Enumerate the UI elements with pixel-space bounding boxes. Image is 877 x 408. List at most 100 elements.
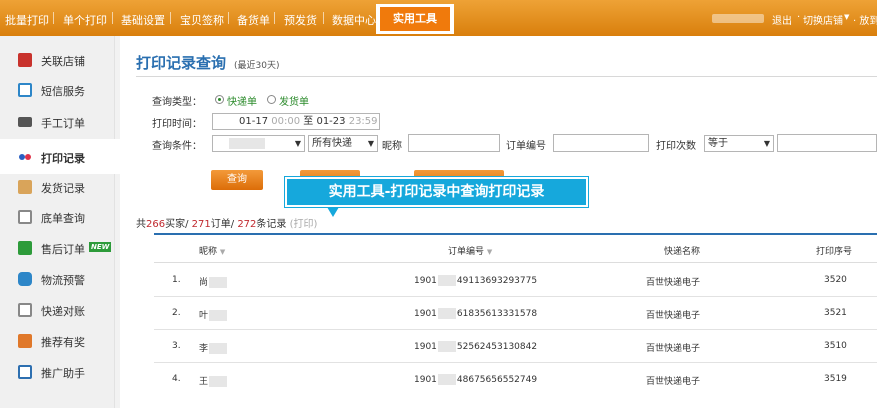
col-order-no-label: 订单编号 [448, 247, 485, 257]
printer-icon [18, 117, 32, 127]
nav-item-labels[interactable]: 宝贝签称 [180, 12, 224, 28]
row-index: 3. [172, 341, 181, 351]
summary-orders-unit: 订单/ [210, 219, 238, 230]
document-icon [18, 210, 32, 224]
table-row[interactable]: 1. 尚 1901 49113693293775 百世快递电子 3520 [154, 264, 877, 297]
order-no-label: 订单编号 [506, 141, 546, 152]
order-prefix: 1901 [414, 342, 437, 352]
switch-shop-link[interactable]: 切换店铺 [803, 12, 843, 27]
summary-records-unit: 条记录 [256, 219, 290, 230]
masked-text [209, 343, 228, 354]
sidebar-item-print-records[interactable]: 打印记录 [0, 139, 120, 174]
radio-shipping-label[interactable]: 发货单 [279, 93, 309, 108]
nav-batch-print[interactable]: 批量打印 [5, 12, 49, 28]
nav-truncated[interactable]: · 放到 [853, 12, 877, 27]
nickname-text: 叶 [199, 311, 209, 321]
order-suffix: 48675656552749 [456, 375, 538, 385]
sidebar: 关联店铺 短信服务 手工订单 打印记录 发货记录 底单查询 售后订单 NEW 物… [0, 36, 120, 408]
sidebar-item-express-reconcile[interactable]: 快递对账 [0, 296, 115, 325]
order-prefix: 1901 [414, 309, 437, 319]
after-sale-icon [18, 241, 32, 255]
dice-icon [18, 53, 32, 67]
sidebar-item-label: 推广助手 [41, 367, 85, 380]
shipment-icon [18, 180, 32, 194]
row-nickname: 王 [199, 374, 228, 387]
nav-single-print[interactable]: 单个打印 [63, 12, 107, 28]
row-print-seq: 3521 [824, 308, 847, 318]
top-nav: 批量打印 单个打印 基础设置 宝贝签称 备货单 预发货 数据中心 实用工具 退出… [0, 0, 877, 36]
record-icon [18, 150, 32, 164]
sidebar-item-promotion[interactable]: 推广助手 [0, 358, 115, 387]
nickname-input[interactable] [408, 134, 500, 152]
summary-buyers: 266 [146, 219, 166, 230]
page-title: 打印记录查询 [136, 54, 227, 72]
masked-text [209, 376, 228, 387]
radio-express-label[interactable]: 快递单 [227, 93, 257, 108]
query-button[interactable]: 查询 [211, 170, 263, 190]
row-nickname: 尚 [199, 275, 228, 288]
sidebar-item-after-sale[interactable]: 售后订单 NEW [0, 234, 115, 263]
table-row[interactable]: 4. 王 1901 48675656552749 百世快递电子 3519 [154, 363, 877, 396]
sidebar-item-label: 关联店铺 [41, 55, 85, 68]
nav-pre-ship[interactable]: 预发货 [284, 12, 317, 28]
row-express: 百世快递电子 [646, 311, 701, 321]
new-badge: NEW [89, 242, 112, 252]
row-order-no: 1901 48675656552749 [414, 374, 537, 385]
row-print-seq: 3520 [824, 275, 847, 285]
express-select[interactable]: 所有快递 ▼ [308, 135, 378, 152]
shop-masked [229, 137, 265, 149]
compare-select[interactable]: 等于 ▼ [704, 135, 774, 152]
row-index: 2. [172, 308, 181, 318]
nav-data-center[interactable]: 数据中心 [332, 12, 376, 28]
sort-icon: ▼ [486, 248, 493, 256]
sidebar-item-shipment-records[interactable]: 发货记录 [0, 173, 115, 202]
sidebar-item-label: 发货记录 [41, 182, 85, 195]
summary-prefix: 共 [136, 219, 146, 230]
warning-icon [18, 272, 32, 286]
gift-icon [18, 334, 32, 348]
sidebar-item-manual-order[interactable]: 手工订单 [0, 108, 115, 137]
shop-select[interactable]: ▼ [212, 135, 305, 152]
col-nickname[interactable]: 昵称 ▼ [199, 244, 225, 257]
table-row[interactable]: 3. 李 1901 52562453130842 百世快递电子 3510 [154, 330, 877, 363]
nickname-text: 李 [199, 344, 209, 354]
sidebar-item-label: 物流预警 [41, 274, 85, 287]
title-divider [136, 76, 877, 77]
summary-buyers-unit: 买家/ [165, 219, 192, 230]
sidebar-item-linked-shops[interactable]: 关联店铺 [0, 46, 115, 75]
logout-link[interactable]: 退出 [772, 12, 792, 27]
row-nickname: 叶 [199, 308, 228, 321]
sidebar-item-waybill-query[interactable]: 底单查询 [0, 203, 115, 232]
masked-text [437, 308, 456, 319]
print-count-input[interactable] [777, 134, 877, 152]
radio-shipping[interactable] [267, 95, 276, 104]
time-to: 23:59 [348, 116, 378, 127]
row-order-no: 1901 49113693293775 [414, 275, 537, 286]
nav-stock-list[interactable]: 备货单 [237, 12, 270, 28]
summary-note: (打印) [289, 219, 318, 230]
row-express: 百世快递电子 [646, 344, 701, 354]
sidebar-item-sms[interactable]: 短信服务 [0, 76, 115, 105]
sidebar-item-logistics-warning[interactable]: 物流预警 [0, 265, 115, 294]
masked-text [437, 341, 456, 352]
radio-express[interactable] [215, 95, 224, 104]
nickname-text: 王 [199, 377, 209, 387]
nav-divider [170, 12, 171, 24]
col-print-seq: 打印序号 [816, 247, 853, 257]
chevron-down-icon: ▼ [294, 139, 301, 148]
nav-tools-active[interactable]: 实用工具 [376, 4, 454, 34]
sidebar-item-referral[interactable]: 推荐有奖 [0, 327, 115, 356]
nav-basic-settings[interactable]: 基础设置 [121, 12, 165, 28]
chevron-down-icon: ▼ [763, 139, 770, 148]
date-range-field[interactable]: 01-17 00:00 至 01-23 23:59 [212, 113, 380, 130]
row-index: 1. [172, 275, 181, 285]
chevron-down-icon[interactable]: ▼ [844, 13, 849, 21]
table-row[interactable]: 2. 叶 1901 61835613331578 百世快递电子 3521 [154, 297, 877, 330]
row-index: 4. [172, 374, 181, 384]
col-order-no[interactable]: 订单编号 ▼ [448, 244, 492, 257]
row-order-no: 1901 52562453130842 [414, 341, 537, 352]
date-from: 01-17 [239, 116, 269, 127]
row-nickname: 李 [199, 341, 228, 354]
sidebar-item-label: 短信服务 [41, 85, 85, 98]
order-no-input[interactable] [553, 134, 649, 152]
